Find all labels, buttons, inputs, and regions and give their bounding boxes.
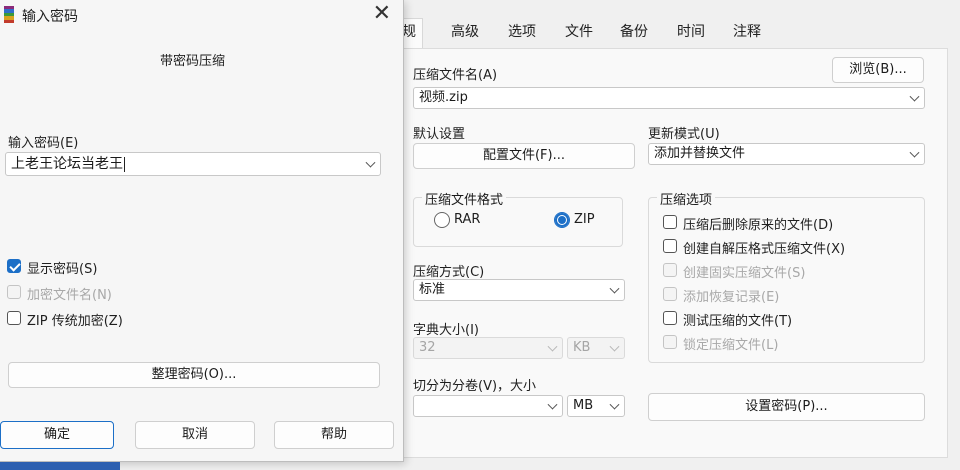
archive-name-value: 视频.zip (419, 90, 468, 105)
help-button[interactable]: 帮助 (274, 421, 394, 449)
taskbar-strip (0, 462, 120, 470)
chevron-down-icon (609, 399, 620, 410)
archive-format-group: 压缩文件格式 RAR ZIP (413, 189, 623, 247)
tab-time[interactable]: 时间 (677, 20, 705, 44)
organize-passwords-button[interactable]: 整理密码(O)... (8, 362, 380, 388)
compression-options-group: 压缩选项 压缩后删除原来的文件(D) 创建自解压格式压缩文件(X) 创建固实压缩… (648, 189, 925, 363)
tab-advanced[interactable]: 高级 (451, 20, 479, 44)
password-value: 上老王论坛当老王 (11, 156, 123, 172)
chevron-down-icon (909, 91, 920, 102)
radio-zip-label: ZIP (574, 212, 595, 227)
option-lock-label: 锁定压缩文件(L) (683, 338, 779, 353)
option-sfx-label: 创建自解压格式压缩文件(X) (683, 242, 846, 257)
dialog-titlebar[interactable]: 输入密码 ✕ (0, 0, 403, 30)
split-unit-select[interactable]: MB (567, 395, 625, 417)
browse-button[interactable]: 浏览(B)... (832, 57, 924, 83)
option-sfx-checkbox[interactable] (663, 239, 677, 253)
dialog-subtitle: 带密码压缩 (160, 54, 226, 69)
radio-zip[interactable] (554, 212, 570, 228)
chevron-down-icon (365, 157, 376, 168)
chevron-down-icon (909, 147, 920, 158)
dictionary-size-label: 字典大小(I) (413, 323, 479, 338)
radio-rar-label: RAR (454, 212, 481, 227)
tab-bar: 规 高级 选项 文件 备份 时间 注释 (395, 14, 960, 50)
password-input[interactable]: 上老王论坛当老王 (5, 152, 381, 176)
update-mode-value: 添加并替换文件 (654, 146, 746, 161)
enter-password-dialog: 输入密码 ✕ 带密码压缩 输入密码(E) 上老王论坛当老王 显示密码(S) 加密… (0, 0, 404, 462)
tab-files[interactable]: 文件 (565, 20, 593, 44)
option-recovery-checkbox[interactable] (663, 287, 677, 301)
zip-legacy-encryption-checkbox[interactable] (7, 311, 21, 325)
split-volumes-label: 切分为分卷(V)，大小 (413, 379, 537, 394)
chevron-down-icon (547, 399, 558, 410)
general-tab-panel: 压缩文件名(A) 浏览(B)... 视频.zip 默认设置 配置文件(F)...… (400, 48, 948, 458)
show-password-checkbox[interactable] (7, 259, 21, 273)
option-lock-checkbox[interactable] (663, 335, 677, 349)
update-mode-select[interactable]: 添加并替换文件 (648, 143, 925, 165)
set-password-button[interactable]: 设置密码(P)... (648, 393, 925, 421)
encrypt-filenames-checkbox[interactable] (7, 285, 21, 299)
tab-comment[interactable]: 注释 (733, 20, 761, 44)
option-solid-checkbox[interactable] (663, 263, 677, 277)
chevron-down-icon (609, 283, 620, 294)
zip-legacy-encryption-label: ZIP 传统加密(Z) (27, 314, 123, 329)
ok-button[interactable]: 确定 (0, 421, 114, 449)
archive-name-combobox[interactable]: 视频.zip (413, 87, 925, 109)
method-value: 标准 (419, 282, 446, 297)
split-unit-value: MB (573, 398, 594, 413)
password-label: 输入密码(E) (8, 136, 79, 151)
dictionary-size-select[interactable]: 32 (413, 337, 563, 359)
update-mode-label: 更新模式(U) (648, 127, 720, 142)
option-recovery-label: 添加恢复记录(E) (683, 290, 780, 305)
encrypt-filenames-label: 加密文件名(N) (27, 288, 112, 303)
text-cursor (124, 156, 125, 172)
method-label: 压缩方式(C) (413, 265, 485, 280)
cancel-button[interactable]: 取消 (135, 421, 255, 449)
archive-name-label: 压缩文件名(A) (413, 68, 498, 83)
option-solid-label: 创建固实压缩文件(S) (683, 266, 806, 281)
close-icon[interactable]: ✕ (373, 2, 391, 26)
tab-backup[interactable]: 备份 (620, 20, 648, 44)
dictionary-unit-select[interactable]: KB (567, 337, 625, 359)
chevron-down-icon (547, 341, 558, 352)
dictionary-size-value: 32 (419, 340, 436, 355)
archive-format-title: 压缩文件格式 (422, 189, 507, 208)
winrar-books-icon (4, 6, 14, 23)
show-password-label: 显示密码(S) (27, 262, 98, 277)
split-size-combobox[interactable] (413, 395, 563, 417)
default-settings-label: 默认设置 (413, 127, 466, 142)
method-select[interactable]: 标准 (413, 279, 625, 301)
radio-rar[interactable] (434, 212, 450, 228)
dialog-title: 输入密码 (22, 9, 78, 25)
profiles-button[interactable]: 配置文件(F)... (413, 143, 635, 169)
option-delete-after-checkbox[interactable] (663, 215, 677, 229)
compression-options-title: 压缩选项 (657, 189, 716, 208)
option-test-checkbox[interactable] (663, 311, 677, 325)
dictionary-unit-value: KB (573, 340, 591, 355)
tab-options[interactable]: 选项 (508, 20, 536, 44)
option-test-label: 测试压缩的文件(T) (683, 314, 793, 329)
chevron-down-icon (609, 341, 620, 352)
option-delete-after-label: 压缩后删除原来的文件(D) (683, 218, 834, 233)
